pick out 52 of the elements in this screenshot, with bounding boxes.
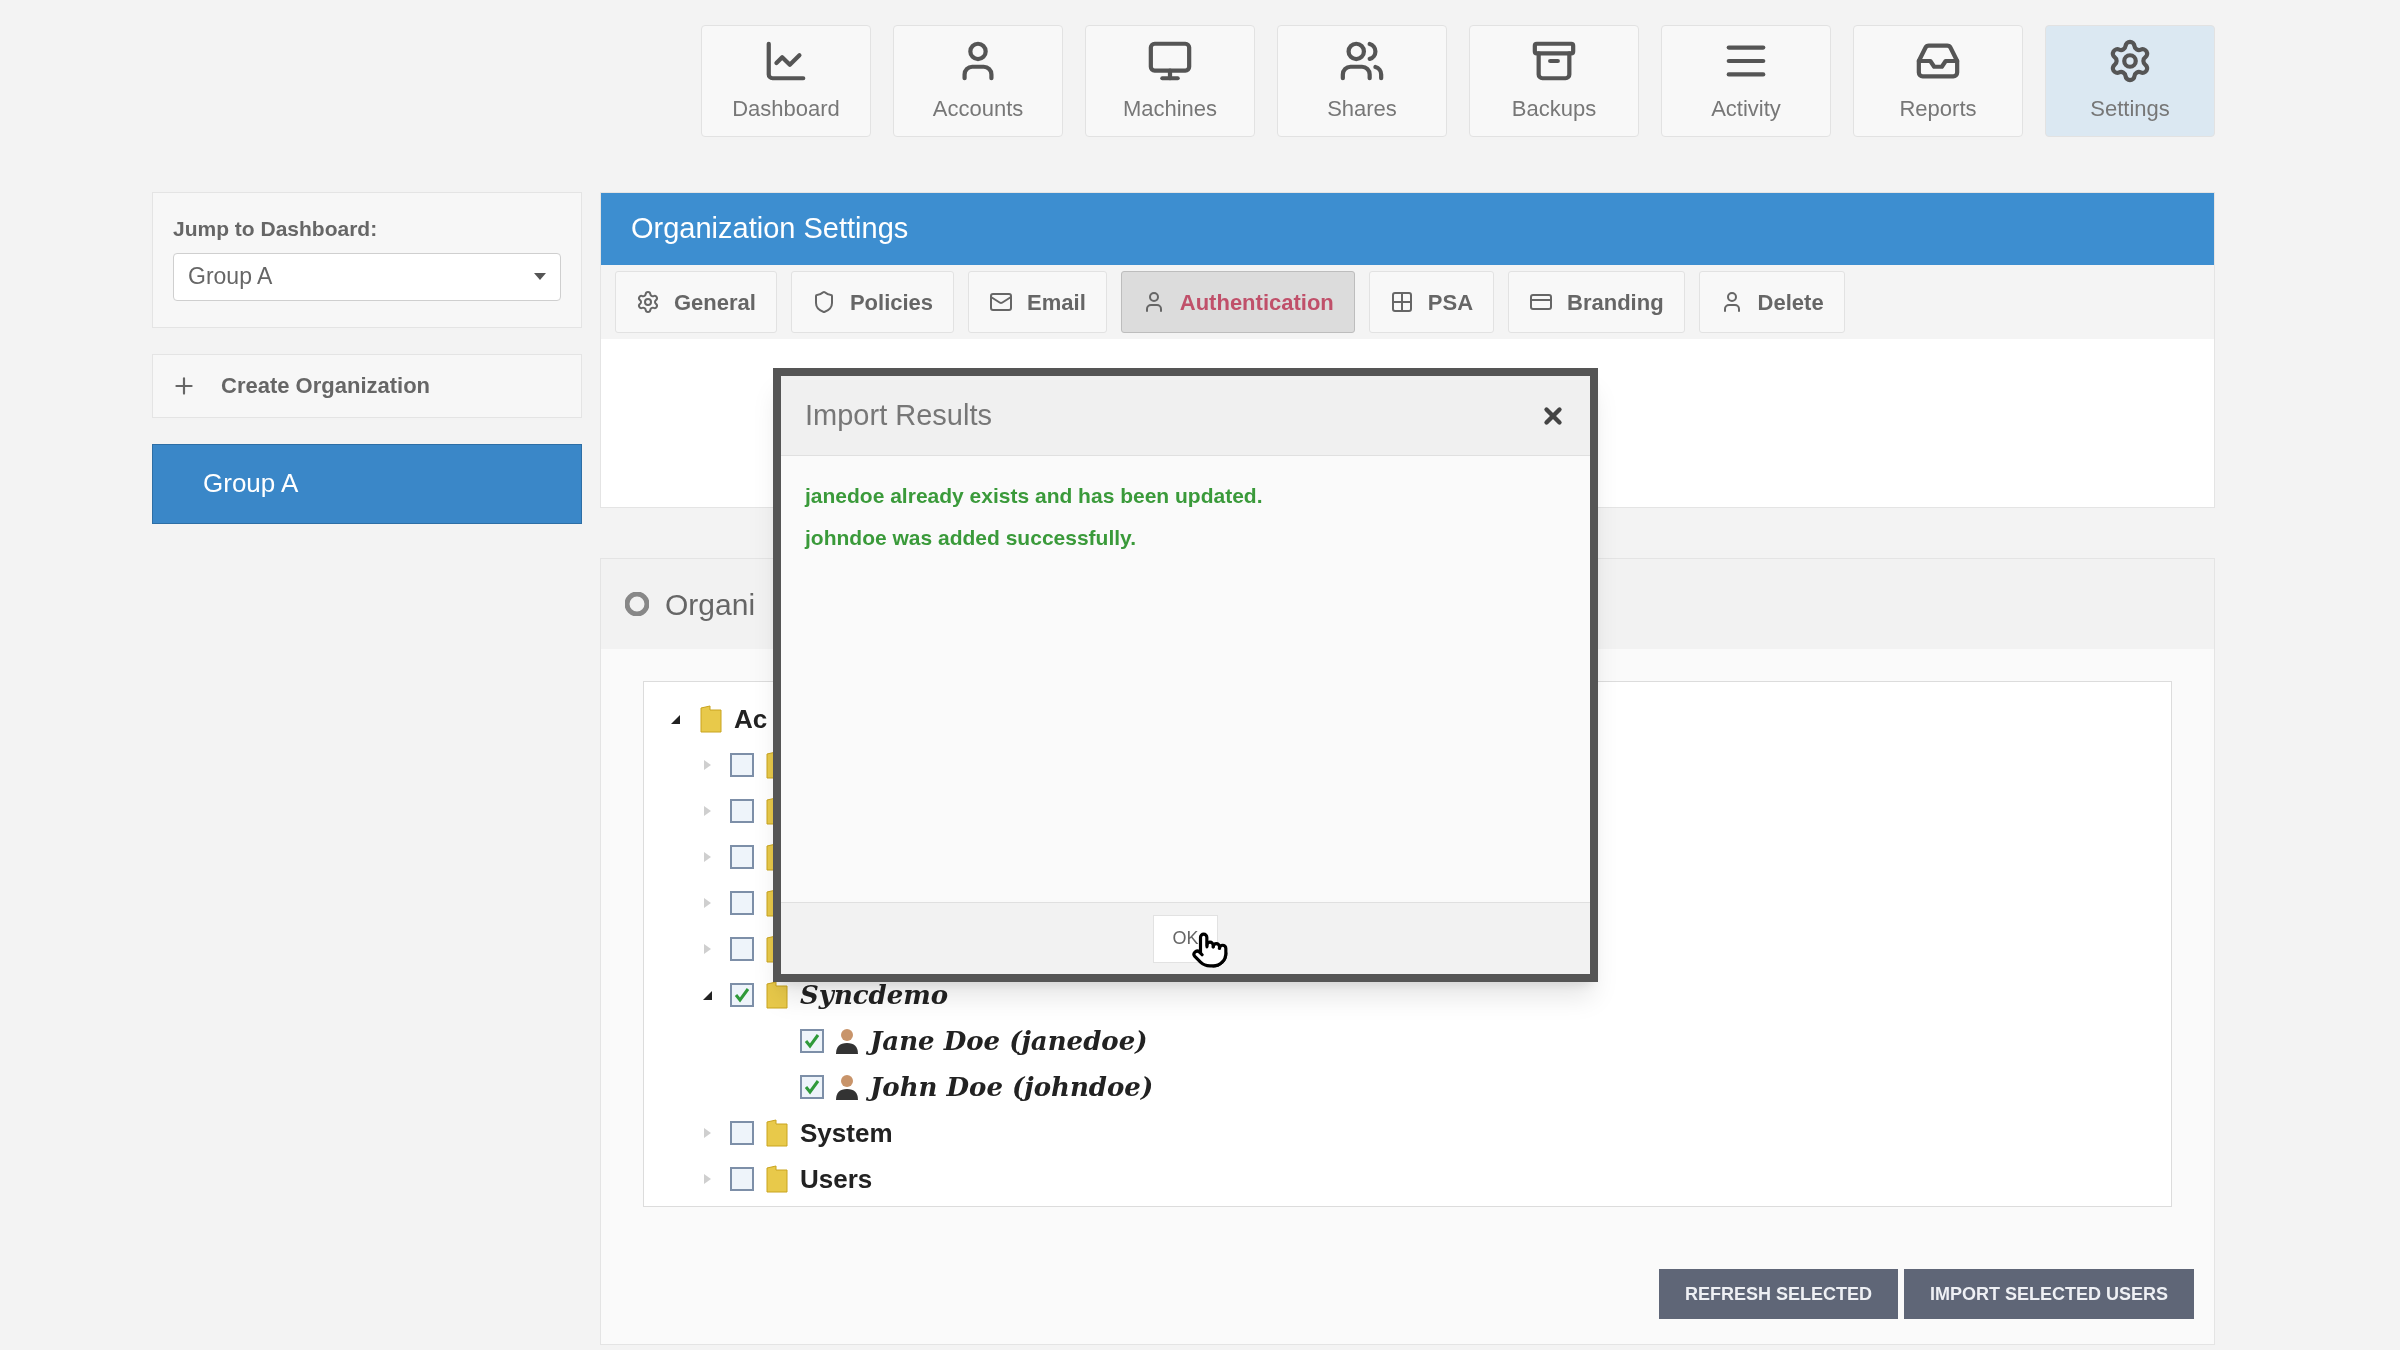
result-message: janedoe already exists and has been updated. bbox=[805, 483, 1264, 509]
person-icon bbox=[834, 1027, 860, 1055]
checkbox[interactable] bbox=[730, 937, 754, 961]
dashboard-dropdown[interactable]: Group A bbox=[173, 252, 561, 301]
gear-icon bbox=[636, 290, 660, 314]
action-button[interactable]: IMPORT SELECTED USERS bbox=[1903, 1269, 2194, 1319]
action-button[interactable]: REFRESH SELECTED bbox=[1658, 1269, 1898, 1319]
result-message: johndoe was added successfully. bbox=[805, 524, 1138, 551]
checkbox[interactable] bbox=[800, 1075, 824, 1099]
folder-icon bbox=[764, 980, 790, 1010]
tree-label[interactable]: Users bbox=[800, 1159, 873, 1199]
nav-button[interactable]: Backups bbox=[1469, 25, 1639, 137]
check-icon bbox=[803, 1078, 821, 1096]
nav-button[interactable]: Accounts bbox=[893, 25, 1063, 137]
checkbox[interactable] bbox=[730, 891, 754, 915]
settings-tab[interactable]: Delete bbox=[1698, 271, 1845, 333]
caret-icon bbox=[534, 273, 546, 280]
folder-icon bbox=[698, 704, 724, 734]
settings-tab[interactable]: Email bbox=[968, 271, 1107, 333]
settings-tab[interactable]: Branding bbox=[1508, 271, 1685, 333]
mail-icon bbox=[989, 290, 1014, 314]
checkbox[interactable] bbox=[730, 983, 754, 1007]
nav-button[interactable]: Dashboard bbox=[701, 25, 871, 137]
settings-tab[interactable]: PSA bbox=[1368, 271, 1495, 333]
create-organization-button[interactable]: Create Organization bbox=[152, 353, 582, 418]
checkbox[interactable] bbox=[730, 753, 754, 777]
settings-tab[interactable]: General bbox=[615, 271, 777, 333]
dialog-title: Import Results bbox=[805, 397, 992, 433]
checkbox[interactable] bbox=[730, 845, 754, 869]
nav-button[interactable]: Shares bbox=[1277, 25, 1447, 137]
checkbox[interactable] bbox=[730, 1167, 754, 1191]
section-title: Organi bbox=[665, 586, 756, 623]
checkbox[interactable] bbox=[800, 1029, 824, 1053]
settings-tab[interactable]: Policies bbox=[790, 271, 955, 333]
person-icon bbox=[834, 1073, 860, 1101]
settings-tab[interactable]: Authentication bbox=[1120, 271, 1355, 333]
jump-label: Jump to Dashboard: bbox=[173, 216, 379, 242]
check-icon bbox=[733, 986, 751, 1004]
nav-button[interactable]: Reports bbox=[1853, 25, 2023, 137]
tree-label[interactable]: System bbox=[800, 1113, 893, 1153]
check-icon bbox=[803, 1032, 821, 1050]
organization-item[interactable]: Group A bbox=[152, 443, 582, 524]
panel-title: Organization Settings bbox=[601, 193, 2214, 265]
folder-icon bbox=[764, 1164, 790, 1194]
folder-icon bbox=[764, 1118, 790, 1148]
grid-icon bbox=[1389, 290, 1414, 314]
checkbox[interactable] bbox=[730, 799, 754, 823]
tree-label[interactable]: Ac bbox=[734, 699, 768, 739]
nav-button[interactable]: Settings bbox=[2045, 25, 2215, 137]
checkbox[interactable] bbox=[730, 1121, 754, 1145]
nav-button[interactable]: Activity bbox=[1661, 25, 1831, 137]
nav-button[interactable]: Machines bbox=[1085, 25, 1255, 137]
